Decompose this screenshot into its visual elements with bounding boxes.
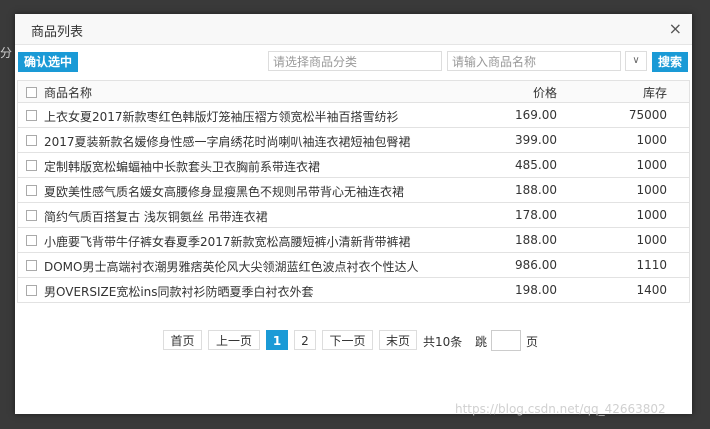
category-select[interactable]: 请选择商品分类 [268, 51, 442, 71]
product-stock: 1000 [636, 133, 667, 147]
header-name: 商品名称 [44, 86, 93, 100]
product-stock: 1400 [636, 283, 667, 297]
toolbar: 确认选中 请选择商品分类 请输入商品名称 ∨ 搜索 [15, 50, 692, 74]
row-checkbox[interactable] [26, 185, 37, 196]
confirm-selection-button[interactable]: 确认选中 [18, 52, 79, 72]
prev-page-button[interactable]: 上一页 [208, 330, 260, 350]
table-row[interactable]: 定制韩版宽松蝙蝠袖中长款套头卫衣胸前系带连衣裙 485.00 1000 [18, 153, 689, 178]
product-stock: 1110 [636, 258, 667, 272]
row-checkbox[interactable] [26, 135, 37, 146]
page-unit-label: 页 [526, 335, 539, 349]
jump-label: 跳 [475, 335, 488, 349]
jump-page-input[interactable] [491, 330, 521, 351]
table-row[interactable]: 简约气质百搭复古 浅灰铜氨丝 吊带连衣裙 178.00 1000 [18, 203, 689, 228]
product-name: 定制韩版宽松蝙蝠袖中长款套头卫衣胸前系带连衣裙 [44, 160, 321, 174]
table-row[interactable]: 上衣女夏2017新款枣红色韩版灯笼袖压褶方领宽松半袖百搭雪纺衫 169.00 7… [18, 103, 689, 128]
table-row[interactable]: 2017夏装新款名媛修身性感一字肩绣花时尚喇叭袖连衣裙短袖包臀裙 399.00 … [18, 128, 689, 153]
product-price: 198.00 [515, 283, 557, 297]
dialog-title-bar: 商品列表 × [15, 14, 692, 45]
header-price: 价格 [532, 86, 557, 100]
product-price: 986.00 [515, 258, 557, 272]
close-icon[interactable]: × [669, 19, 682, 38]
product-stock: 1000 [636, 208, 667, 222]
dialog-title: 商品列表 [31, 25, 84, 40]
header-stock: 库存 [642, 86, 667, 100]
table-row[interactable]: 小鹿要飞背带牛仔裤女春夏季2017新款宽松高腰短裤小清新背带裤裙 188.00 … [18, 228, 689, 253]
table-row[interactable]: 男OVERSIZE宽松ins同款衬衫防晒夏季白衬衣外套 198.00 1400 [18, 278, 689, 302]
search-button[interactable]: 搜索 [652, 52, 689, 72]
watermark-text: https://blog.csdn.net/qq_42663802 [455, 402, 666, 416]
page-1-button[interactable]: 1 [266, 330, 288, 350]
product-price: 399.00 [515, 133, 557, 147]
chevron-down-icon[interactable]: ∨ [625, 51, 647, 71]
table-row[interactable]: DOMO男士高端衬衣潮男雅痞英伦风大尖领湖蓝红色波点衬衣个性达人 986.00 … [18, 253, 689, 278]
row-checkbox[interactable] [26, 110, 37, 121]
product-price: 485.00 [515, 158, 557, 172]
row-checkbox[interactable] [26, 235, 37, 246]
select-all-checkbox[interactable] [26, 87, 37, 98]
product-stock: 75000 [628, 108, 667, 122]
product-name: 夏欧美性感气质名媛女高腰修身显瘦黑色不规则吊带背心无袖连衣裙 [44, 185, 405, 199]
next-page-button[interactable]: 下一页 [322, 330, 373, 350]
row-checkbox[interactable] [26, 285, 37, 296]
product-name: 2017夏装新款名媛修身性感一字肩绣花时尚喇叭袖连衣裙短袖包臀裙 [44, 135, 411, 149]
table-row[interactable]: 夏欧美性感气质名媛女高腰修身显瘦黑色不规则吊带背心无袖连衣裙 188.00 10… [18, 178, 689, 203]
product-list-dialog: 商品列表 × 确认选中 请选择商品分类 请输入商品名称 ∨ 搜索 商品名称 价格… [15, 14, 692, 414]
row-checkbox[interactable] [26, 210, 37, 221]
product-name: 简约气质百搭复古 浅灰铜氨丝 吊带连衣裙 [44, 210, 268, 224]
row-checkbox[interactable] [26, 260, 37, 271]
first-page-button[interactable]: 首页 [163, 330, 202, 350]
product-name: DOMO男士高端衬衣潮男雅痞英伦风大尖领湖蓝红色波点衬衣个性达人 [44, 260, 419, 274]
row-checkbox[interactable] [26, 160, 37, 171]
product-price: 188.00 [515, 183, 557, 197]
product-stock: 1000 [636, 183, 667, 197]
product-stock: 1000 [636, 158, 667, 172]
product-price: 178.00 [515, 208, 557, 222]
background-edge-text: 分 [0, 46, 13, 60]
product-name: 男OVERSIZE宽松ins同款衬衫防晒夏季白衬衣外套 [44, 285, 314, 299]
product-stock: 1000 [636, 233, 667, 247]
product-name: 上衣女夏2017新款枣红色韩版灯笼袖压褶方领宽松半袖百搭雪纺衫 [44, 110, 399, 124]
total-count: 共10条 [423, 335, 463, 349]
last-page-button[interactable]: 末页 [379, 330, 417, 350]
product-price: 188.00 [515, 233, 557, 247]
table-header-row: 商品名称 价格 库存 [18, 81, 689, 103]
product-name: 小鹿要飞背带牛仔裤女春夏季2017新款宽松高腰短裤小清新背带裤裙 [44, 235, 411, 249]
page-2-button[interactable]: 2 [294, 330, 316, 350]
product-table: 商品名称 价格 库存 上衣女夏2017新款枣红色韩版灯笼袖压褶方领宽松半袖百搭雪… [17, 80, 690, 303]
product-price: 169.00 [515, 108, 557, 122]
product-name-input[interactable]: 请输入商品名称 [447, 51, 621, 71]
